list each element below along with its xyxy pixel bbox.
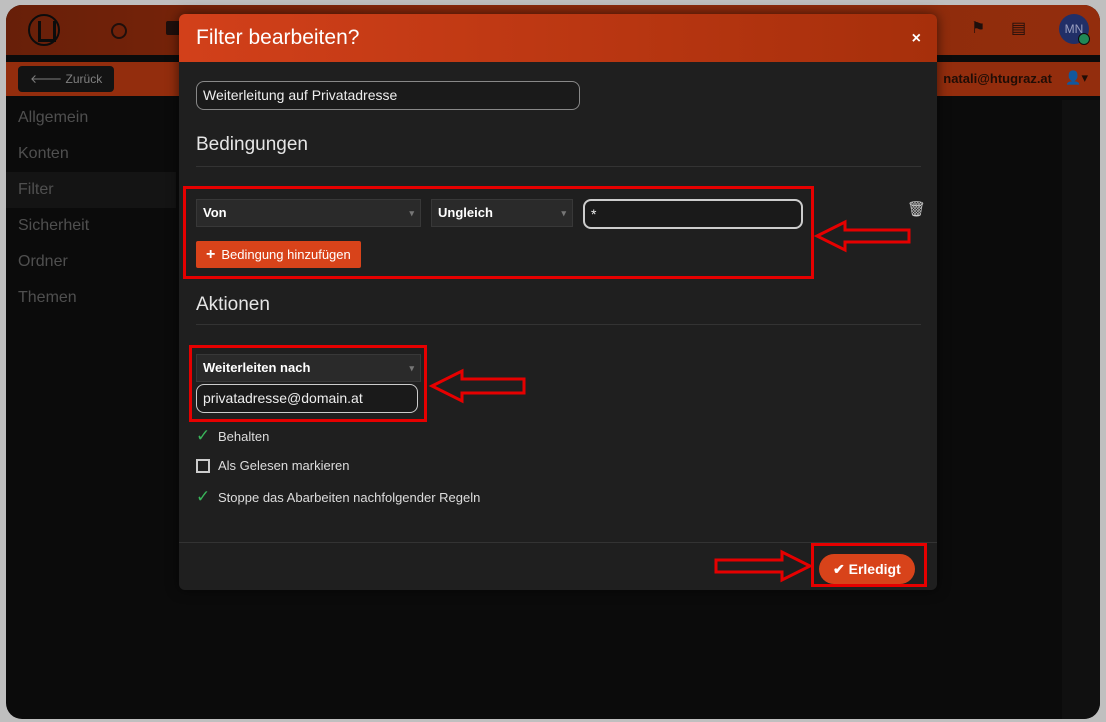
option-stop-rules[interactable]: ✓ Stoppe das Abarbeiten nachfolgender Reg… bbox=[196, 487, 480, 507]
option-stop-rules-label: Stoppe das Abarbeiten nachfolgender Rege… bbox=[218, 490, 481, 505]
option-keep-label: Behalten bbox=[218, 429, 270, 444]
filter-name-input[interactable]: Weiterleitung auf Privatadresse bbox=[196, 81, 580, 110]
divider bbox=[196, 324, 921, 325]
actions-heading: Aktionen bbox=[196, 294, 270, 315]
close-icon[interactable]: × bbox=[912, 30, 921, 48]
edit-filter-dialog: Filter bearbeiten? × Weiterleitung auf P… bbox=[179, 14, 937, 590]
annotation-arrow-left bbox=[428, 368, 526, 404]
dialog-title: Filter bearbeiten? bbox=[196, 26, 360, 49]
annotation-arrow-right bbox=[714, 549, 814, 583]
option-mark-read-label: Als Gelesen markieren bbox=[218, 458, 350, 473]
checkbox[interactable] bbox=[196, 459, 210, 473]
annotation-arrow-left bbox=[813, 219, 911, 253]
annotation-box-conditions bbox=[183, 186, 814, 279]
checkmark-icon: ✓ bbox=[196, 487, 211, 506]
divider bbox=[196, 166, 921, 167]
option-keep[interactable]: ✓ Behalten bbox=[196, 426, 269, 446]
annotation-box-done bbox=[811, 543, 927, 587]
conditions-heading: Bedingungen bbox=[196, 134, 308, 155]
trash-icon[interactable]: 🗑 bbox=[907, 200, 926, 218]
annotation-box-action bbox=[189, 345, 427, 422]
option-mark-read[interactable]: Als Gelesen markieren bbox=[196, 456, 350, 476]
dialog-header: Filter bearbeiten? × bbox=[179, 14, 937, 62]
checkmark-icon: ✓ bbox=[196, 426, 211, 445]
